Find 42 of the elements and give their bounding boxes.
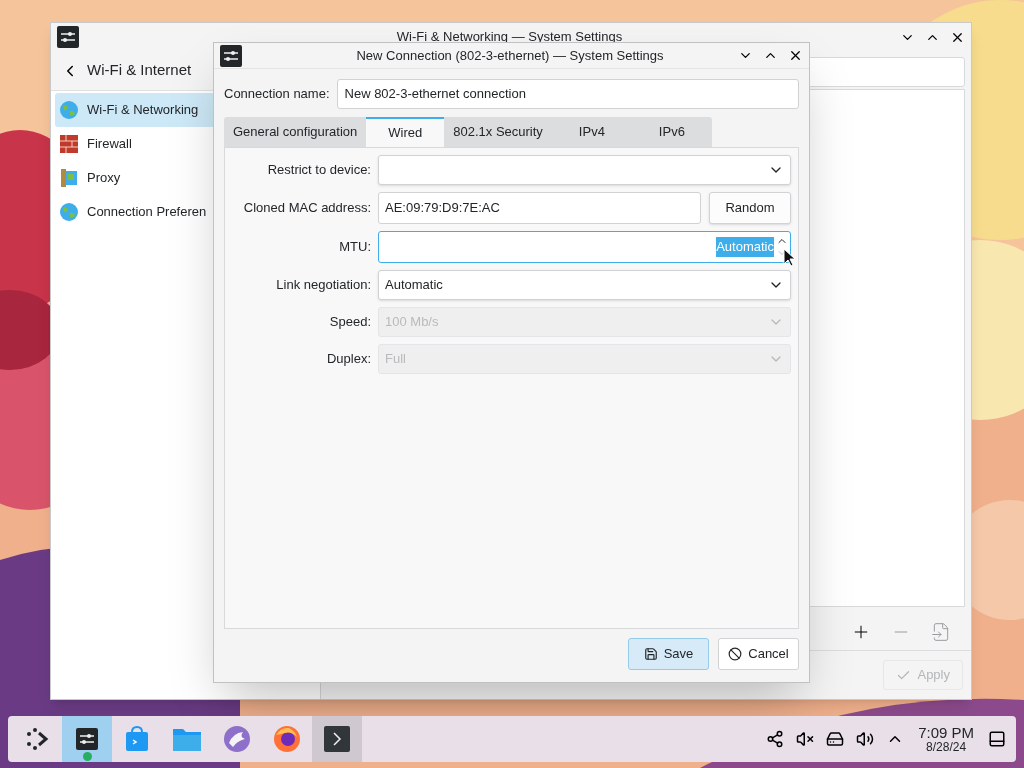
globe-icon [59,100,79,120]
save-button[interactable]: Save [628,638,709,670]
field-label: Cloned MAC address: [242,199,371,218]
window-title: Wi-Fi & Networking — System Settings [395,28,624,47]
window-title: New Connection (802-3-ethernet) — System Settings [355,46,665,65]
taskbar-app[interactable] [62,716,112,762]
proxy-icon [59,168,79,188]
field-label: MTU: [338,238,371,257]
folder-icon [172,726,202,752]
volume-icon[interactable] [856,730,875,748]
muted-speaker-icon[interactable] [796,730,815,748]
clock[interactable]: 7:09 PM 8/28/24 [916,724,976,754]
bird-icon [223,725,251,753]
cancel-icon [728,647,743,661]
mac-address-field[interactable]: AE:09:79:D9:7E:AC [378,192,701,224]
taskbar-app[interactable] [312,716,362,762]
brick-wall-icon [59,134,79,154]
launcher-icon [24,726,50,752]
running-indicator [82,752,92,761]
field-label: Restrict to device: [266,161,371,180]
page-header: Wi-Fi & Internet [87,60,192,81]
field-label: Speed: [328,313,371,332]
shopping-bag-icon [123,725,151,753]
browser-icon [273,725,301,753]
connection-name-field[interactable]: New 802-3-ethernet connection [336,79,799,109]
tab[interactable]: IPv6 [631,117,712,147]
settings-icon [76,728,98,750]
random-button[interactable]: Random [709,192,791,224]
network-icon[interactable] [766,730,785,748]
field-label: Duplex: [325,350,371,369]
terminal-icon [324,726,350,752]
mouse-pointer-icon [783,248,796,267]
app-icon [57,26,79,48]
dropdown[interactable]: Automatic [378,270,791,300]
tab[interactable]: 802.1x Security [444,117,552,147]
close-icon[interactable] [788,48,803,63]
field-label: Link negotiation: [275,276,371,295]
globe-icon [59,202,79,222]
tab[interactable]: Wired [366,117,445,147]
show-desktop-icon[interactable] [988,730,1006,748]
cancel-button[interactable]: Cancel [718,638,799,670]
tab[interactable]: IPv4 [551,117,632,147]
